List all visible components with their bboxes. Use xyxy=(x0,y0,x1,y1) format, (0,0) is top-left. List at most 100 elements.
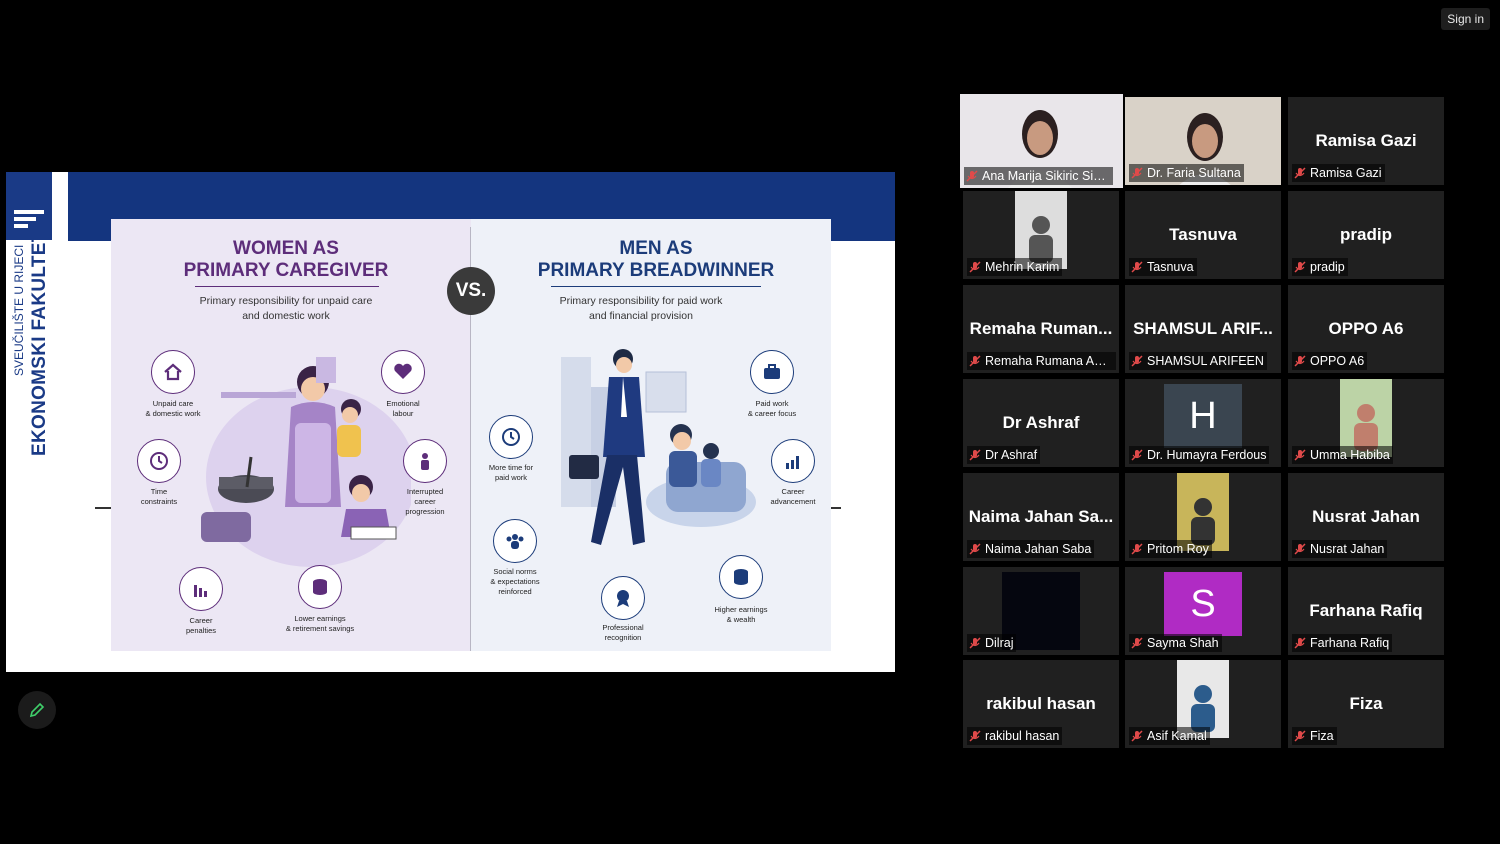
mic-muted-icon xyxy=(1131,637,1143,649)
participant-name-label: Nusrat Jahan xyxy=(1292,540,1388,558)
participant-name: Nusrat Jahan xyxy=(1310,542,1385,556)
mic-muted-icon xyxy=(1131,261,1143,273)
participant-display-name: Ramisa Gazi xyxy=(1315,131,1417,150)
participant-tile[interactable]: Tasnuva Tasnuva xyxy=(1125,191,1281,279)
participant-tile[interactable]: Dr Ashraf Dr Ashraf xyxy=(963,379,1119,467)
men-subtitle-line2: and financial provision xyxy=(589,310,693,322)
pencil-icon xyxy=(29,702,45,718)
participant-name: Remaha Rumana Ahm... xyxy=(985,354,1116,368)
women-item-label: Interrupted career progression xyxy=(405,487,445,516)
mic-muted-icon xyxy=(1131,449,1143,461)
participant-name-label: Remaha Rumana Ahm... xyxy=(967,352,1116,370)
participant-tile[interactable]: Naima Jahan Sa... Naima Jahan Saba xyxy=(963,473,1119,561)
briefcase-icon xyxy=(750,350,794,394)
men-subtitle-line1: Primary responsibility for paid work xyxy=(559,295,723,307)
mic-muted-icon xyxy=(969,449,981,461)
participant-name: Fiza xyxy=(1310,729,1334,743)
participant-tile[interactable]: Farhana Rafiq Farhana Rafiq xyxy=(1288,567,1444,655)
participant-tile[interactable]: Remaha Ruman... Remaha Rumana Ahm... xyxy=(963,285,1119,373)
sign-in-button[interactable]: Sign in xyxy=(1441,8,1490,30)
person-icon xyxy=(403,439,447,483)
participant-name: Ana Marija Sikiric Simcic xyxy=(982,169,1113,183)
chart-down-icon xyxy=(179,567,223,611)
group-icon xyxy=(493,519,537,563)
participant-avatar: S xyxy=(1164,572,1242,636)
participant-display-name: Remaha Ruman... xyxy=(969,319,1113,338)
vs-badge: VS. xyxy=(447,267,495,315)
university-logo-icon xyxy=(14,210,44,232)
mic-muted-icon xyxy=(966,170,978,182)
participant-display-name: SHAMSUL ARIF... xyxy=(1133,319,1273,338)
participant-tile[interactable]: Fiza Fiza xyxy=(1288,660,1444,748)
chart-up-icon xyxy=(771,439,815,483)
participant-name: Farhana Rafiq xyxy=(1310,636,1390,650)
men-title-underline xyxy=(551,286,761,287)
participant-name: Dr. Humayra Ferdous xyxy=(1147,448,1267,462)
shared-slide: SVEUČILIŠTE U RIJECI EKONOMSKI FAKULTET … xyxy=(6,172,895,672)
women-item-label: Career penalties xyxy=(185,616,217,635)
mic-muted-icon xyxy=(1131,167,1143,179)
participant-display-name: Farhana Rafiq xyxy=(1309,601,1423,620)
participant-tile[interactable]: Pritom Roy xyxy=(1125,473,1281,561)
participant-tile[interactable]: rakibul hasan rakibul hasan xyxy=(963,660,1119,748)
participant-name-label: Tasnuva xyxy=(1129,258,1197,276)
participant-name-label: Ramisa Gazi xyxy=(1292,164,1385,182)
heart-icon xyxy=(381,350,425,394)
mic-muted-icon xyxy=(969,355,981,367)
participant-display-name: Nusrat Jahan xyxy=(1312,507,1420,526)
mic-muted-icon xyxy=(1294,543,1306,555)
mic-muted-icon xyxy=(969,543,981,555)
participant-name: pradip xyxy=(1310,260,1345,274)
breadwinner-illustration xyxy=(561,349,756,545)
mic-muted-icon xyxy=(969,637,981,649)
participant-tile[interactable]: SHAMSUL ARIF... SHAMSUL ARIFEEN xyxy=(1125,285,1281,373)
participant-display-name: Fiza xyxy=(1349,694,1383,713)
participant-tile[interactable]: Ana Marija Sikiric Simcic xyxy=(960,94,1123,188)
mic-muted-icon xyxy=(1294,449,1306,461)
participant-name-label: Umma Habiba xyxy=(1292,446,1393,464)
women-item-label: Emotional labour xyxy=(386,399,420,418)
women-subtitle-line1: Primary responsibility for unpaid care xyxy=(199,295,373,307)
women-item-label: Time constraints xyxy=(140,487,178,506)
mic-muted-icon xyxy=(1294,355,1306,367)
mic-muted-icon xyxy=(1294,261,1306,273)
participant-tile[interactable]: pradip pradip xyxy=(1288,191,1444,279)
participant-display-name: Naima Jahan Sa... xyxy=(968,507,1114,526)
participant-tile[interactable]: OPPO A6 OPPO A6 xyxy=(1288,285,1444,373)
participant-name: Umma Habiba xyxy=(1310,448,1390,462)
participant-avatar: H xyxy=(1164,384,1242,448)
women-item-label: Unpaid care & domestic work xyxy=(145,399,201,418)
divider-line xyxy=(831,507,841,509)
men-item-label: Career advancement xyxy=(770,487,816,506)
participant-name: Ramisa Gazi xyxy=(1310,166,1382,180)
participant-name-label: SHAMSUL ARIFEEN xyxy=(1129,352,1267,370)
men-item-label: More time for paid work xyxy=(488,463,534,482)
participant-tile[interactable]: Dilraj xyxy=(963,567,1119,655)
participant-name: SHAMSUL ARIFEEN xyxy=(1147,354,1264,368)
participant-tile[interactable]: Asif Kamal xyxy=(1125,660,1281,748)
mic-muted-icon xyxy=(969,730,981,742)
participant-name: Tasnuva xyxy=(1147,260,1194,274)
annotate-pencil-button[interactable] xyxy=(18,691,56,729)
participant-tile[interactable]: Mehrin Karim xyxy=(963,191,1119,279)
participant-name: OPPO A6 xyxy=(1310,354,1365,368)
participant-name-label: Dr. Faria Sultana xyxy=(1129,164,1244,182)
participant-name-label: Mehrin Karim xyxy=(967,258,1063,276)
participant-tile[interactable]: S Sayma Shah xyxy=(1125,567,1281,655)
men-title-line1: MEN AS xyxy=(619,238,693,259)
participant-name: Sayma Shah xyxy=(1147,636,1219,650)
women-title-line1: WOMEN AS xyxy=(233,238,339,259)
participant-name: Naima Jahan Saba xyxy=(985,542,1092,556)
coins-icon xyxy=(298,565,342,609)
participant-name-label: Dr Ashraf xyxy=(967,446,1041,464)
participant-name-label: Fiza xyxy=(1292,727,1337,745)
men-item-label: Professional recognition xyxy=(602,623,644,642)
participant-tile[interactable]: Ramisa Gazi Ramisa Gazi xyxy=(1288,97,1444,185)
participant-tile[interactable]: H Dr. Humayra Ferdous xyxy=(1125,379,1281,467)
participant-tile[interactable]: Dr. Faria Sultana xyxy=(1125,97,1281,185)
mic-muted-icon xyxy=(1131,543,1143,555)
participant-tile[interactable]: Nusrat Jahan Nusrat Jahan xyxy=(1288,473,1444,561)
participant-display-name: OPPO A6 xyxy=(1328,319,1404,338)
participant-name-label: Dilraj xyxy=(967,634,1017,652)
participant-tile[interactable]: Umma Habiba xyxy=(1288,379,1444,467)
